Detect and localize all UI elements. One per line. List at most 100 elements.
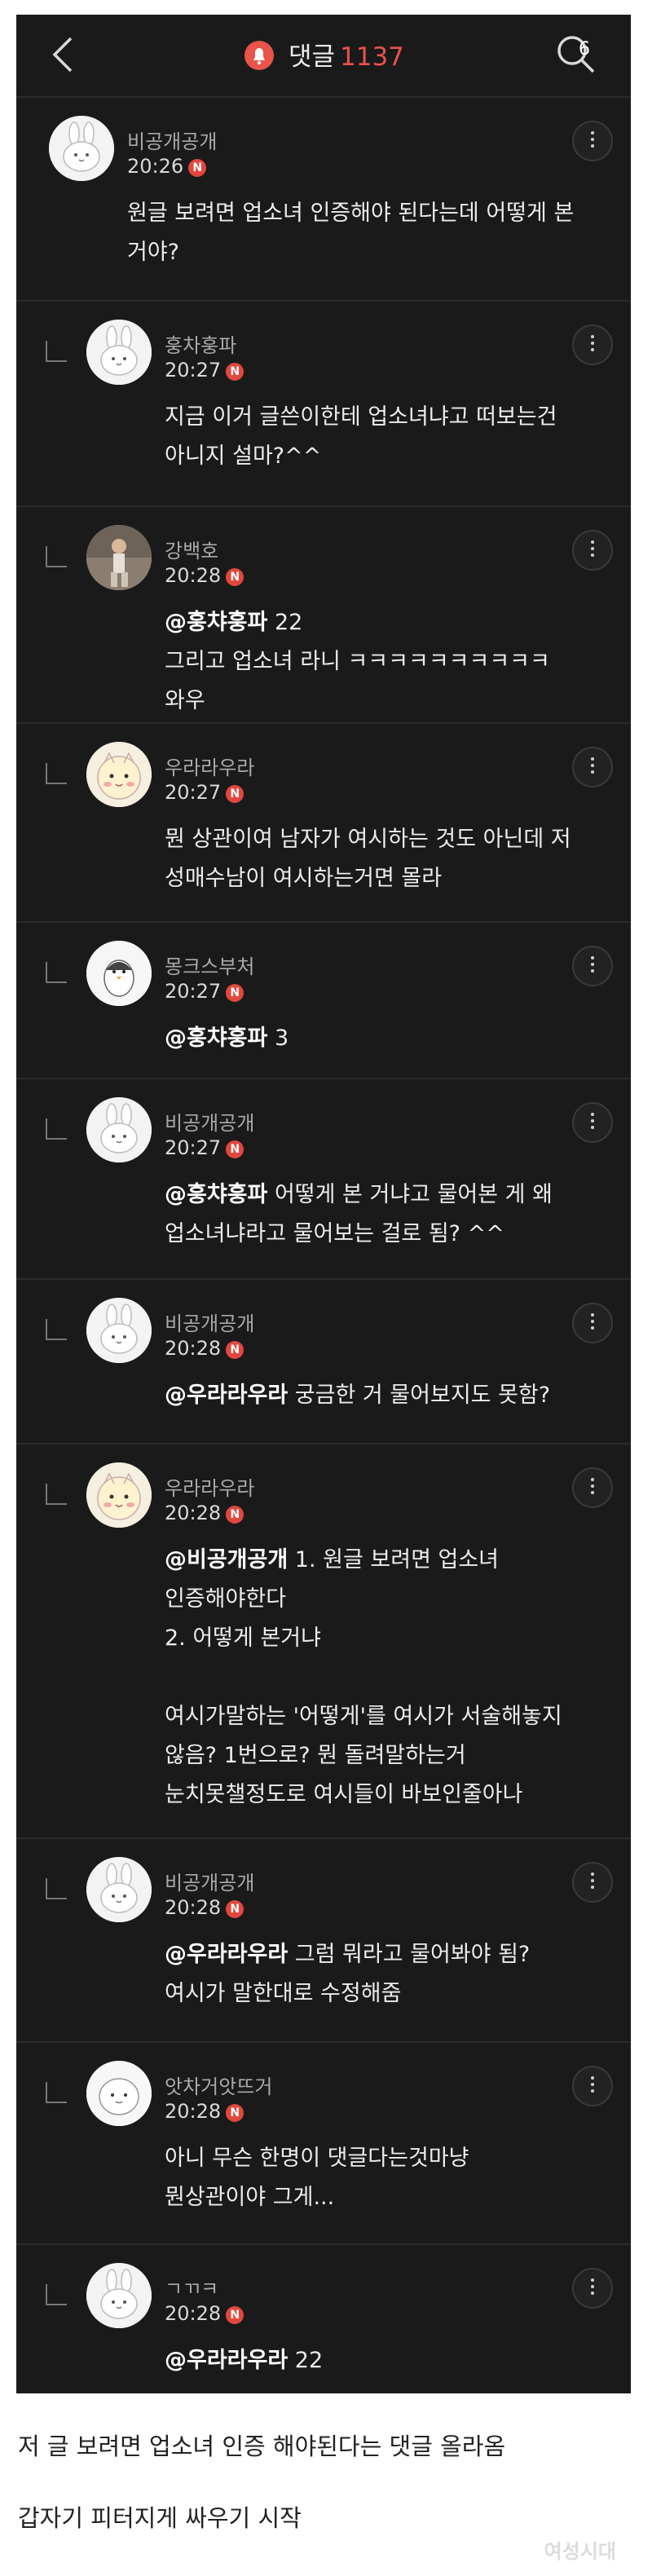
- comment-line-text: 원글 보려면 업소녀 인증해야 된다는데 어떻게 본: [127, 201, 575, 226]
- dot-icon: [591, 2278, 594, 2282]
- author-name[interactable]: 우라라우라: [165, 1472, 254, 1501]
- comment-line-text: 인증해야한다: [165, 1586, 287, 1612]
- comment-line: 뭔 상관이여 남자가 여시하는 것도 아닌데 저: [165, 820, 621, 859]
- comment-line: 성매수남이 여시하는거면 몰라: [165, 859, 621, 898]
- bunny-avatar[interactable]: [86, 320, 152, 385]
- author-name[interactable]: 우라라우라: [165, 752, 254, 780]
- comment-line: 않음? 1번으로? 뭔 돌려말하는거: [165, 1736, 621, 1775]
- dot-icon: [591, 969, 594, 973]
- penguin-avatar[interactable]: [86, 941, 152, 1006]
- more-options-button[interactable]: [572, 1102, 613, 1143]
- more-options-button[interactable]: [572, 324, 613, 365]
- more-options-button[interactable]: [572, 121, 613, 161]
- search-button[interactable]: 6: [554, 33, 600, 78]
- blob-avatar[interactable]: [86, 2061, 152, 2126]
- new-badge: N: [226, 2306, 244, 2324]
- mention-link[interactable]: @우라라우라: [165, 2348, 288, 2373]
- comment-time: 20:28 N: [165, 1337, 244, 1360]
- dot-icon: [591, 144, 594, 148]
- comment-line: 지금 이거 글쓴이한테 업소녀냐고 떠보는건: [165, 398, 621, 437]
- more-options-button[interactable]: [572, 1467, 613, 1508]
- bunny-avatar[interactable]: [86, 2263, 152, 2328]
- comment-line-text: 그럼 뭐라고 물어봐야 됨?: [288, 1942, 531, 1967]
- mention-link[interactable]: @훙챠훙파: [165, 610, 267, 635]
- more-options-button[interactable]: [572, 946, 613, 986]
- reply-arrow-icon: [46, 1484, 67, 1505]
- comment-line: 여시가 말한대로 수정해줌: [165, 1974, 621, 2014]
- author-name[interactable]: 강백호: [165, 535, 218, 563]
- more-options-button[interactable]: [572, 530, 613, 571]
- comment-line-text: 22: [267, 610, 303, 635]
- time-label: 20:26: [127, 155, 184, 178]
- top-bar: 댓글 1137 6: [16, 15, 631, 98]
- new-badge: N: [188, 159, 207, 177]
- comment-body: @비공개공개 1. 원글 보려면 업소녀 인증해야한다 2. 어떻게 본거냐 여시가말…: [165, 1541, 621, 1815]
- more-options-button[interactable]: [572, 1862, 613, 1903]
- new-badge: N: [226, 1900, 244, 1918]
- author-name[interactable]: 비공개공개: [165, 1867, 254, 1895]
- more-options-button[interactable]: [572, 1303, 613, 1343]
- comment-line: @우라라우라 그럼 뭐라고 물어봐야 됨?: [165, 1935, 621, 1974]
- author-name[interactable]: 비공개공개: [165, 1308, 254, 1336]
- reply-arrow-icon: [46, 1319, 67, 1340]
- author-name[interactable]: 앗차거앗뜨거: [165, 2071, 272, 2099]
- time-label: 20:28: [165, 2302, 222, 2325]
- search-icon: [557, 36, 595, 73]
- bell-icon: [244, 41, 275, 70]
- mention-link[interactable]: @비공개공개: [165, 1547, 288, 1573]
- comment-line-text: 3: [267, 1026, 289, 1051]
- comment-line: 업소녀냐라고 물어보는 걸로 됨? ^^: [165, 1215, 621, 1254]
- comment-time: 20:28 N: [165, 2100, 244, 2123]
- more-options-button[interactable]: [572, 2066, 613, 2106]
- dot-icon: [591, 1478, 594, 1481]
- mention-link[interactable]: @우라라우라: [165, 1383, 288, 1408]
- comment-item: 비공개공개 20:28 N @우라라우라 그럼 뭐라고 물어봐야 됨? 여시가 말한대로…: [16, 1839, 631, 2043]
- author-name[interactable]: 훙차훙파: [165, 329, 236, 358]
- comment-line: 그리고 업소녀 라니 ㅋㅋㅋㅋㅋㅋㅋㅋㅋㅋ: [165, 642, 621, 681]
- dot-icon: [591, 1320, 594, 1323]
- dot-icon: [591, 2089, 594, 2093]
- mention-link[interactable]: @훙챠훙파: [165, 1026, 267, 1051]
- dot-icon: [591, 770, 594, 774]
- more-options-button[interactable]: [572, 747, 613, 787]
- new-badge: N: [226, 1140, 244, 1158]
- author-name[interactable]: 몽크스부처: [165, 951, 254, 979]
- mention-link[interactable]: @훙챠훙파: [165, 1182, 267, 1207]
- reply-arrow-icon: [46, 2284, 67, 2305]
- comment-line-text: 업소녀냐라고 물어보는 걸로 됨? ^^: [165, 1221, 504, 1246]
- comment-line-text: 여시가말하는 '어떻게'를 여시가 서술해놓지: [165, 1704, 562, 1729]
- comment-line-text: 아니 무슨 한명이 댓글다는것마냥: [165, 2146, 469, 2171]
- comment-count: 1137: [340, 42, 404, 72]
- author-name[interactable]: 비공개공개: [127, 126, 217, 154]
- time-label: 20:27: [165, 359, 222, 382]
- comment-body: 아니 무슨 한명이 댓글다는것마냥 뭔상관이야 그게...: [165, 2139, 621, 2217]
- dot-icon: [591, 2076, 594, 2080]
- dot-icon: [591, 348, 594, 351]
- comment-line: 아니 무슨 한명이 댓글다는것마냥: [165, 2139, 621, 2178]
- comment-line-text: 눈치못챌정도로 여시들이 바보인줄아나: [165, 1782, 523, 1807]
- bunny-avatar[interactable]: [86, 1298, 152, 1363]
- comment-line-text: 아니지 설마?^^: [165, 443, 322, 469]
- comment-line: @훙챠훙파 어떻게 본 거냐고 물어본 게 왜: [165, 1176, 621, 1215]
- comment-body: 원글 보려면 업소녀 인증해야 된다는데 어떻게 본거야?: [127, 194, 584, 272]
- comment-line-text: 1. 원글 보려면 업소녀: [288, 1547, 500, 1573]
- time-label: 20:28: [165, 1502, 222, 1524]
- more-options-button[interactable]: [572, 2268, 613, 2309]
- author-name[interactable]: ㄱㄲㅋ: [165, 2273, 218, 2301]
- comment-line-text: 그리고 업소녀 라니 ㅋㅋㅋㅋㅋㅋㅋㅋㅋㅋ: [165, 649, 550, 674]
- new-badge: N: [226, 984, 244, 1002]
- new-badge: N: [226, 568, 244, 586]
- author-name[interactable]: 비공개공개: [165, 1107, 254, 1136]
- comment-line: 거야?: [127, 233, 584, 272]
- character-avatar[interactable]: [86, 1462, 152, 1528]
- character-avatar[interactable]: [86, 742, 152, 807]
- reply-arrow-icon: [46, 763, 67, 784]
- comment-line-text: 여시가 말한대로 수정해줌: [165, 1981, 402, 2006]
- bunny-avatar[interactable]: [86, 1097, 152, 1162]
- bunny-avatar[interactable]: [86, 1857, 152, 1922]
- photo-avatar[interactable]: [86, 525, 152, 590]
- mention-link[interactable]: @우라라우라: [165, 1942, 288, 1967]
- bunny-avatar[interactable]: [49, 116, 114, 181]
- comment-line-text: 22: [288, 2348, 324, 2373]
- dot-icon: [591, 1119, 594, 1123]
